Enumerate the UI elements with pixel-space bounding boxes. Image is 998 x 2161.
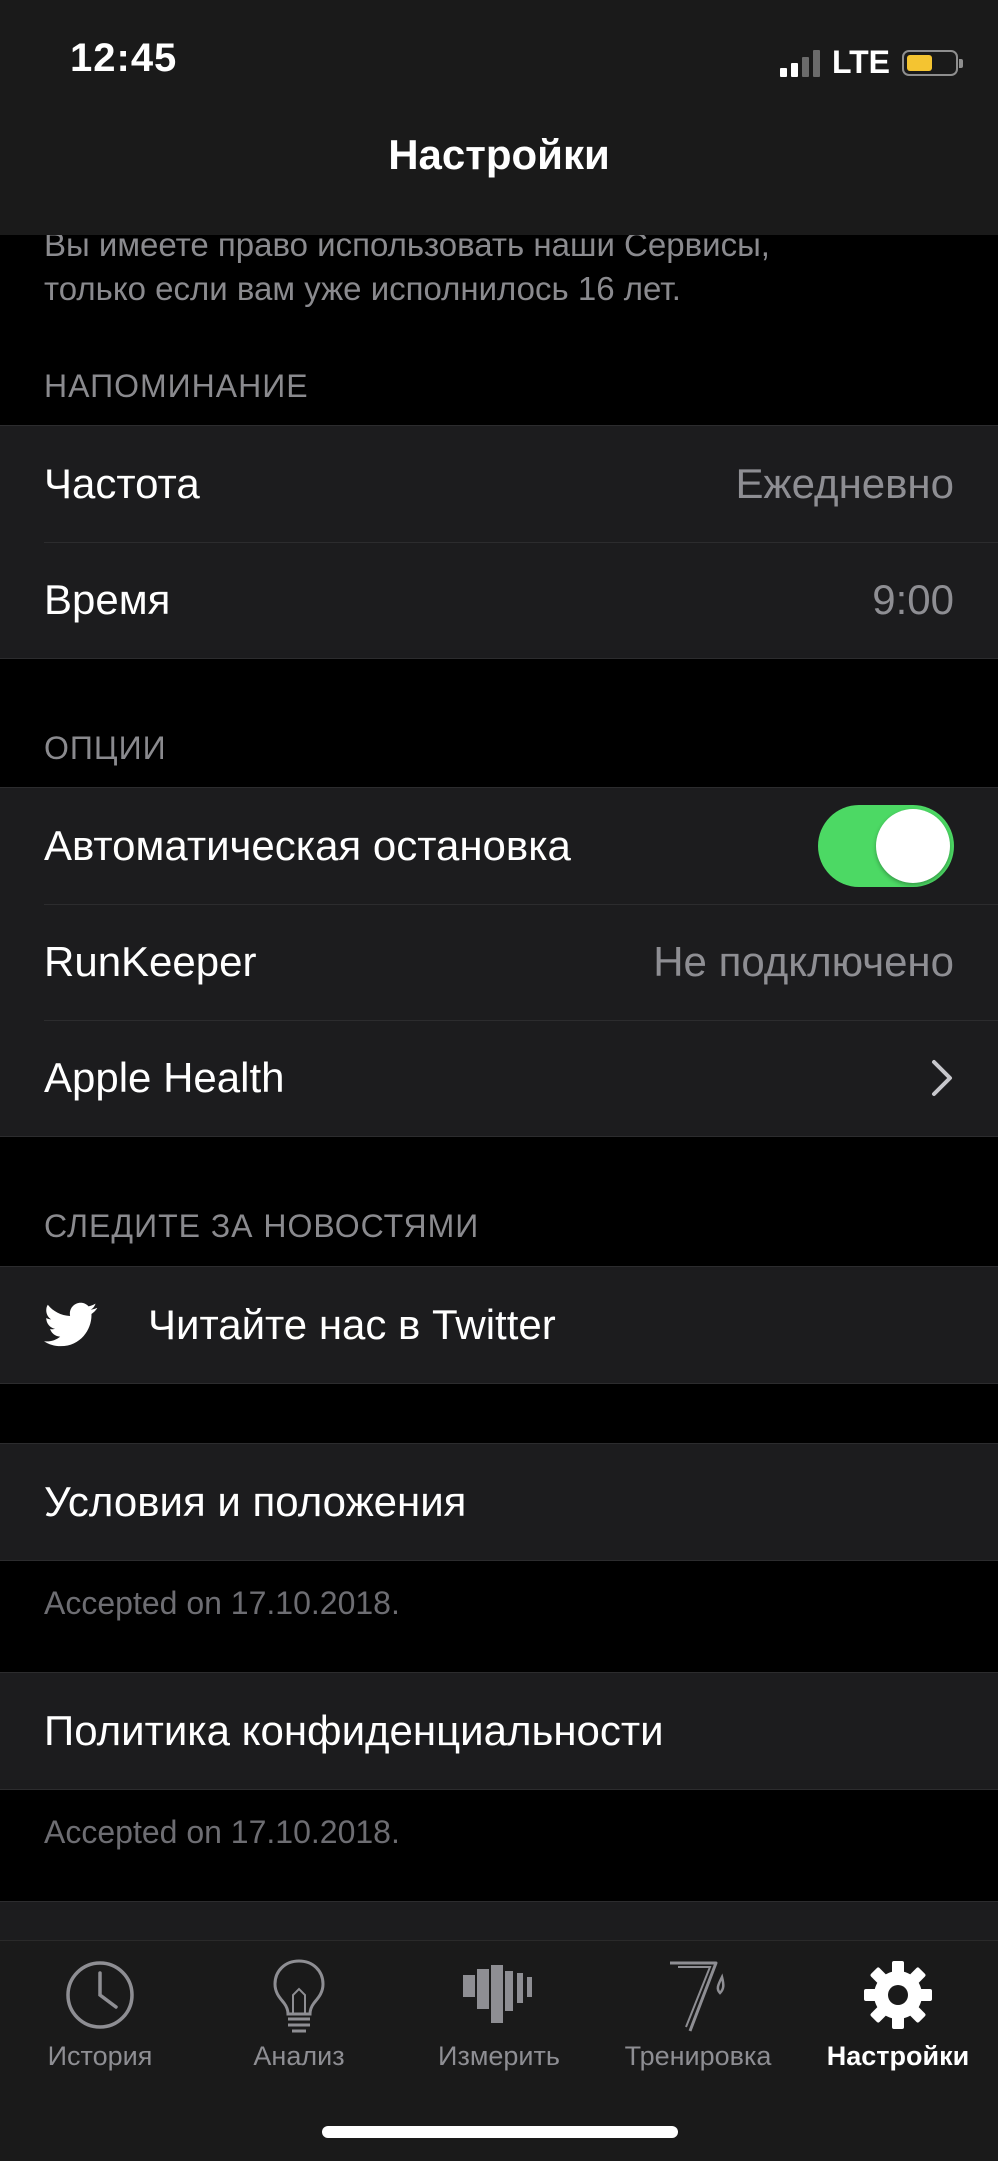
- terms-row[interactable]: Условия и положения: [0, 1444, 998, 1560]
- terms-group: Условия и положения: [0, 1443, 998, 1561]
- measure-icon: [463, 1965, 532, 2023]
- time-value: 9:00: [872, 576, 954, 623]
- tab-analysis[interactable]: Анализ: [199, 1941, 399, 2091]
- privacy-row[interactable]: Политика конфиденциальности: [0, 1673, 998, 1789]
- reminder-frequency-row[interactable]: Частота Ежедневно: [0, 426, 998, 542]
- privacy-accepted-note: Accepted on 17.10.2018.: [44, 1814, 400, 1850]
- chevron-right-icon: [932, 1060, 952, 1096]
- runkeeper-row[interactable]: RunKeeper Не подключено: [0, 904, 998, 1020]
- gear-icon: [864, 1961, 932, 2029]
- reminder-group: Частота Ежедневно Время 9:00: [0, 425, 998, 659]
- section-header-options: ОПЦИИ: [44, 730, 167, 766]
- page-title: Настройки: [388, 131, 610, 178]
- news-group: Читайте нас в Twitter: [0, 1266, 998, 1384]
- battery-icon: [902, 49, 963, 76]
- time-label: Время: [44, 576, 171, 623]
- tab-history-label: История: [47, 2041, 153, 2071]
- clock-icon: [66, 1961, 134, 2029]
- options-group: Автоматическая остановка RunKeeper Не по…: [0, 787, 998, 1137]
- training-icon: [670, 1961, 725, 2032]
- age-notice: Вы имеете право использовать наши Сервис…: [44, 223, 944, 311]
- lightbulb-icon: [273, 1959, 325, 2033]
- apple-health-label: Apple Health: [44, 1054, 285, 1101]
- status-indicators: LTE: [779, 44, 963, 81]
- tab-training[interactable]: Тренировка: [598, 1941, 798, 2091]
- tab-measure[interactable]: Измерить: [399, 1941, 599, 2091]
- frequency-label: Частота: [44, 460, 200, 507]
- tab-settings-label: Настройки: [826, 2041, 970, 2071]
- tab-measure-label: Измерить: [438, 2041, 560, 2071]
- status-bar: 12:45 LTE: [0, 0, 998, 125]
- tab-training-label: Тренировка: [624, 2041, 772, 2071]
- tab-history[interactable]: История: [0, 1941, 200, 2091]
- tab-settings[interactable]: Настройки: [798, 1941, 998, 2091]
- frequency-value: Ежедневно: [735, 460, 954, 507]
- status-time: 12:45: [70, 36, 178, 80]
- twitter-row[interactable]: Читайте нас в Twitter: [0, 1267, 998, 1383]
- navigation-bar: Настройки: [0, 125, 998, 235]
- terms-accepted-note: Accepted on 17.10.2018.: [44, 1585, 400, 1621]
- twitter-label: Читайте нас в Twitter: [148, 1301, 556, 1348]
- terms-label: Условия и положения: [44, 1478, 467, 1525]
- reminder-time-row[interactable]: Время 9:00: [0, 542, 998, 658]
- privacy-group: Политика конфиденциальности: [0, 1672, 998, 1790]
- privacy-label: Политика конфиденциальности: [44, 1707, 664, 1754]
- runkeeper-value: Не подключено: [653, 938, 954, 985]
- section-header-reminder: НАПОМИНАНИЕ: [44, 368, 309, 404]
- network-type: LTE: [831, 44, 890, 80]
- toggle-knob: [876, 809, 950, 883]
- autopause-row: Автоматическая остановка: [0, 788, 998, 904]
- autopause-label: Автоматическая остановка: [44, 822, 571, 869]
- age-notice-line2: только если вам уже исполнилось 16 лет.: [44, 270, 681, 307]
- twitter-icon: [44, 1302, 98, 1347]
- signal-icon: [779, 49, 820, 77]
- home-indicator[interactable]: [322, 2126, 678, 2138]
- apple-health-row[interactable]: Apple Health: [0, 1020, 998, 1136]
- tab-analysis-label: Анализ: [253, 2041, 345, 2071]
- runkeeper-label: RunKeeper: [44, 938, 257, 985]
- autopause-toggle[interactable]: [818, 805, 954, 887]
- section-header-news: СЛЕДИТЕ ЗА НОВОСТЯМИ: [44, 1208, 480, 1244]
